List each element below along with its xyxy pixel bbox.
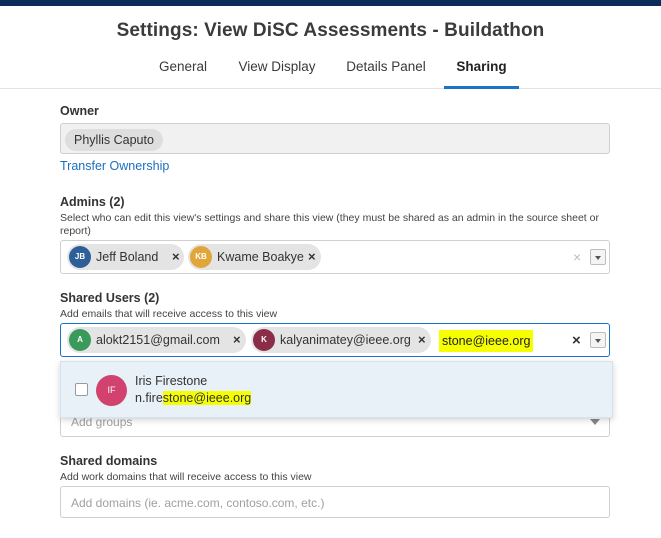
shared-user-chip: A alokt2151@gmail.com × xyxy=(67,327,246,353)
shared-users-input[interactable]: stone@ieee.org xyxy=(439,330,534,352)
suggestion-email-match: stone@ieee.org xyxy=(162,391,252,405)
shared-user-chip: K kalyanimatey@ieee.org × xyxy=(251,327,431,353)
clear-icon[interactable]: × xyxy=(573,249,581,265)
remove-chip-icon[interactable]: × xyxy=(418,327,426,353)
shared-users-label: Shared Users (2) xyxy=(60,291,160,305)
admin-chip: KB Kwame Boakye × xyxy=(188,244,321,270)
shared-users-field[interactable]: A alokt2151@gmail.com × K kalyanimatey@i… xyxy=(60,323,610,357)
remove-chip-icon[interactable]: × xyxy=(233,327,241,353)
clear-icon[interactable]: × xyxy=(572,332,581,349)
suggestion-email[interactable]: n.firestone@ieee.org xyxy=(135,391,252,405)
admins-field[interactable]: JB Jeff Boland × KB Kwame Boakye × × xyxy=(60,240,610,274)
suggestion-email-prefix: n.fire xyxy=(135,391,163,405)
admins-hint: Select who can edit this view's settings… xyxy=(60,212,599,237)
shared-user-chip-email: alokt2151@gmail.com xyxy=(96,333,220,347)
owner-label: Owner xyxy=(60,104,99,118)
avatar: IF xyxy=(96,375,127,406)
admin-chip-name: Kwame Boakye xyxy=(217,250,304,264)
tab-view-display[interactable]: View Display xyxy=(228,49,326,89)
shared-domains-hint: Add work domains that will receive acces… xyxy=(60,471,312,483)
shared-domains-placeholder: Add domains (ie. acme.com, contoso.com, … xyxy=(71,496,325,510)
admin-chip-name: Jeff Boland xyxy=(96,250,159,264)
tab-general[interactable]: General xyxy=(147,49,219,89)
owner-field: Phyllis Caputo xyxy=(60,123,610,154)
suggestion-dropdown: IF Iris Firestone n.firestone@ieee.org xyxy=(60,361,613,418)
avatar: A xyxy=(69,329,91,351)
owner-chip: Phyllis Caputo xyxy=(65,129,163,151)
transfer-ownership-link[interactable]: Transfer Ownership xyxy=(60,159,169,173)
remove-chip-icon[interactable]: × xyxy=(172,244,180,270)
avatar: K xyxy=(253,329,275,351)
chevron-down-icon[interactable] xyxy=(590,249,606,265)
page-title: Settings: View DiSC Assessments - Builda… xyxy=(116,20,545,41)
chevron-down-icon[interactable] xyxy=(590,332,606,348)
avatar: JB xyxy=(69,246,91,268)
avatar: KB xyxy=(190,246,212,268)
chevron-down-icon[interactable] xyxy=(590,419,600,425)
shared-domains-input[interactable]: Add domains (ie. acme.com, contoso.com, … xyxy=(60,486,610,518)
remove-chip-icon[interactable]: × xyxy=(308,244,316,270)
suggestion-name[interactable]: Iris Firestone xyxy=(135,374,207,388)
top-app-bar xyxy=(0,0,661,6)
shared-domains-label: Shared domains xyxy=(60,454,158,468)
tab-sharing[interactable]: Sharing xyxy=(444,49,519,89)
shared-user-chip-email: kalyanimatey@ieee.org xyxy=(280,333,411,347)
suggestion-checkbox[interactable] xyxy=(75,383,88,396)
admin-chip: JB Jeff Boland × xyxy=(67,244,184,270)
tab-details-panel[interactable]: Details Panel xyxy=(337,49,435,89)
settings-tabs: General View Display Details Panel Shari… xyxy=(0,49,661,89)
shared-users-hint: Add emails that will receive access to t… xyxy=(60,308,278,320)
admins-label: Admins (2) xyxy=(60,195,125,209)
